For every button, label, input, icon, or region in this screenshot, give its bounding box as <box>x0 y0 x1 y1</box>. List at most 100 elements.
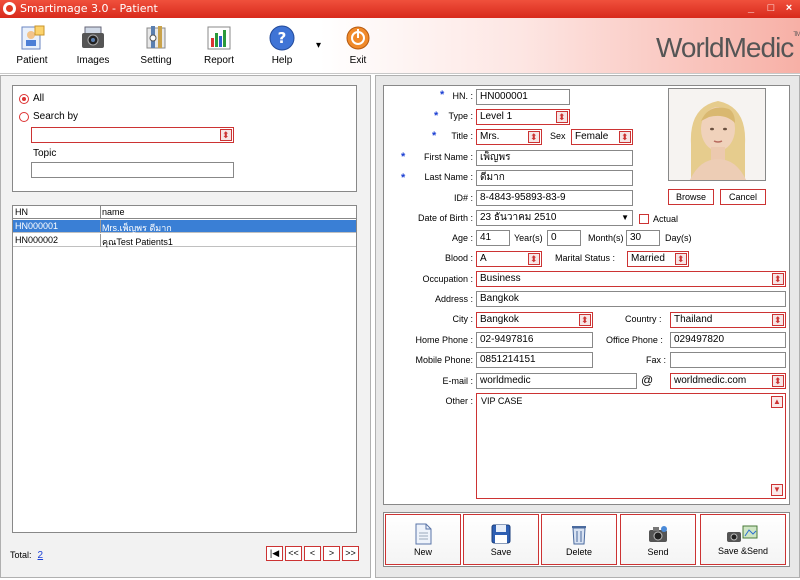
sex-select[interactable]: Female <box>571 129 633 145</box>
app-icon <box>3 2 16 15</box>
marital-status-label: Marital Status : <box>555 253 616 263</box>
toolbar-setting-button[interactable]: Setting <box>126 22 186 70</box>
email-user-field[interactable]: worldmedic <box>476 373 637 389</box>
type-label: Type : <box>448 111 473 121</box>
send-camera-icon <box>647 523 669 545</box>
toolbar-report-button[interactable]: Report <box>189 22 249 70</box>
setting-icon <box>142 24 170 52</box>
prev-page-button[interactable]: < <box>304 546 321 561</box>
dropdown-icon <box>675 252 687 266</box>
prev-page-fast-button[interactable]: << <box>285 546 302 561</box>
all-label: All <box>33 93 45 104</box>
scroll-up-icon[interactable]: ▲ <box>771 396 783 408</box>
save-send-icon <box>725 523 761 545</box>
toolbar-patient-button[interactable]: Patient <box>2 22 62 70</box>
toolbar-help-button[interactable]: ? Help <box>252 22 312 70</box>
toolbar-exit-button[interactable]: Exit <box>328 22 388 70</box>
email-domain-select[interactable]: worldmedic.com <box>670 373 786 389</box>
home-phone-field[interactable]: 02-9497816 <box>476 332 593 348</box>
dropdown-icon <box>556 110 568 124</box>
table-row[interactable]: HN000002 คุณTest Patients1 <box>13 234 356 247</box>
dropdown-icon <box>772 374 784 388</box>
mobile-phone-field[interactable]: 0851214151 <box>476 352 593 368</box>
save-disk-icon <box>490 523 512 545</box>
all-radio[interactable] <box>19 94 29 104</box>
maximize-button[interactable]: □ <box>764 2 778 16</box>
first-page-button[interactable]: |◀ <box>266 546 283 561</box>
topic-input[interactable] <box>31 162 234 178</box>
id-field[interactable]: 8-4843-95893-83-9 <box>476 190 633 206</box>
id-label: ID# : <box>453 193 473 203</box>
cancel-photo-button[interactable]: Cancel <box>720 189 766 205</box>
dropdown-icon <box>619 130 631 144</box>
help-dropdown-arrow-icon[interactable]: ▾ <box>316 40 321 51</box>
fax-label: Fax : <box>646 355 667 365</box>
next-page-button[interactable]: > <box>323 546 340 561</box>
office-phone-field[interactable]: 029497820 <box>670 332 786 348</box>
search-by-select[interactable] <box>31 127 234 143</box>
city-label: City : <box>452 314 473 324</box>
report-chart-icon <box>205 24 233 52</box>
save-and-send-button[interactable]: Save &Send <box>700 514 786 565</box>
search-by-radio[interactable] <box>19 112 29 122</box>
help-icon: ? <box>268 24 296 52</box>
scroll-down-icon[interactable]: ▼ <box>771 484 783 496</box>
country-select[interactable]: Thailand <box>670 312 786 328</box>
next-page-fast-button[interactable]: >> <box>342 546 359 561</box>
dropdown-icon <box>528 252 540 266</box>
camera-icon <box>79 24 107 52</box>
blood-label: Blood : <box>444 253 473 263</box>
dropdown-icon <box>772 313 784 327</box>
last-name-field[interactable]: ดีมาก <box>476 170 633 186</box>
patient-grid: HN name HN000001 Mrs.เพ็ญพร ดีมาก HN0000… <box>12 205 357 533</box>
sex-label: Sex <box>550 131 566 141</box>
address-label: Address : <box>434 294 473 304</box>
actual-label: Actual <box>653 214 679 224</box>
delete-recycle-icon <box>568 523 590 545</box>
actual-checkbox[interactable] <box>639 214 649 224</box>
search-group: All Search by Topic <box>12 85 357 192</box>
blood-select[interactable]: A <box>476 251 542 267</box>
delete-button[interactable]: Delete <box>541 514 617 565</box>
save-button[interactable]: Save <box>463 514 539 565</box>
other-textarea[interactable]: VIP CASE ▲ ▼ <box>476 393 786 499</box>
last-name-label: Last Name : <box>424 172 473 182</box>
age-months-field[interactable]: 0 <box>547 230 581 246</box>
table-row[interactable]: HN000001 Mrs.เพ็ญพร ดีมาก <box>13 220 356 233</box>
dob-label: Date of Birth : <box>417 213 473 223</box>
months-label: Month(s) <box>588 233 624 243</box>
home-phone-label: Home Phone : <box>415 335 473 345</box>
column-header-hn[interactable]: HN <box>15 207 28 217</box>
dropdown-icon <box>220 128 232 142</box>
title-select[interactable]: Mrs. <box>476 129 542 145</box>
send-button[interactable]: Send <box>620 514 696 565</box>
age-years-field[interactable]: 41 <box>476 230 510 246</box>
worldmedic-logo: WorldMedicTM <box>656 32 800 63</box>
fax-field[interactable] <box>670 352 786 368</box>
country-label: Country : <box>625 314 662 324</box>
new-button[interactable]: New <box>385 514 461 565</box>
address-field[interactable]: Bangkok <box>476 291 786 307</box>
marital-status-select[interactable]: Married <box>627 251 689 267</box>
total-value-link[interactable]: 2 <box>38 550 44 561</box>
first-name-label: First Name : <box>423 152 473 162</box>
window-title: Smartimage 3.0 - Patient <box>20 2 158 15</box>
patient-icon <box>18 24 46 52</box>
exit-power-icon <box>344 24 372 52</box>
age-days-field[interactable]: 30 <box>626 230 660 246</box>
hn-field[interactable]: HN000001 <box>476 89 570 105</box>
column-header-name[interactable]: name <box>102 207 125 217</box>
dob-picker[interactable]: 23 ธันวาคม 2510 ▼ <box>476 210 633 226</box>
patient-photo <box>668 88 766 181</box>
occupation-select[interactable]: Business <box>476 271 786 287</box>
new-document-icon <box>412 523 434 545</box>
minimize-button[interactable]: _ <box>744 2 758 16</box>
type-select[interactable]: Level 1 <box>476 109 570 125</box>
dropdown-icon <box>772 272 784 286</box>
email-label: E-mail : <box>442 376 473 386</box>
toolbar-images-button[interactable]: Images <box>63 22 123 70</box>
first-name-field[interactable]: เพ็ญพร <box>476 150 633 166</box>
close-button[interactable]: × <box>782 2 796 16</box>
browse-button[interactable]: Browse <box>668 189 714 205</box>
city-select[interactable]: Bangkok <box>476 312 593 328</box>
